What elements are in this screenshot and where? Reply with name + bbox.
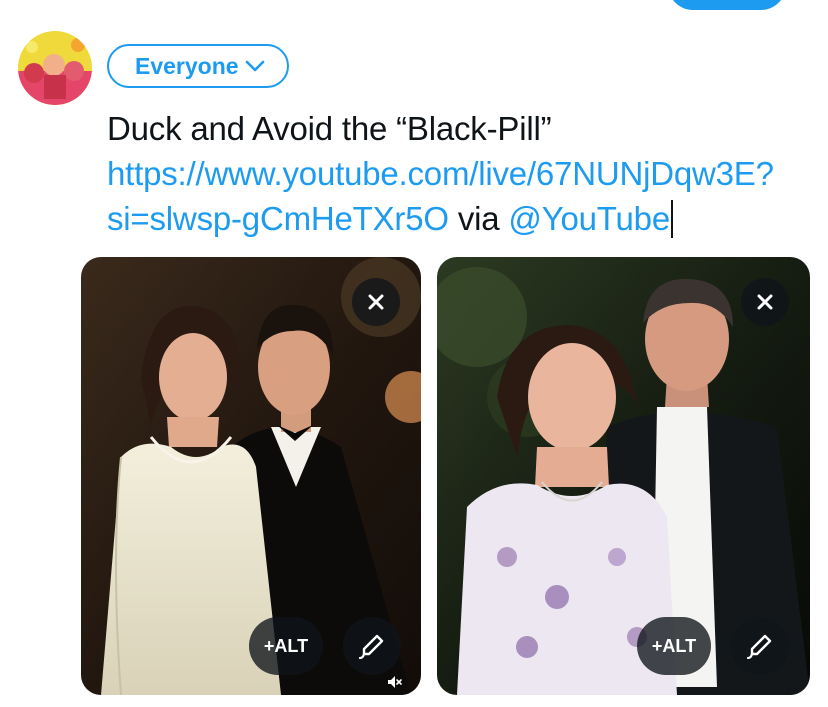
- avatar[interactable]: [18, 31, 92, 105]
- tweet-text-editor[interactable]: Duck and Avoid the “Black-Pill” https://…: [107, 106, 807, 241]
- edit-media-button[interactable]: [731, 617, 789, 675]
- edit-media-button[interactable]: [343, 617, 401, 675]
- chevron-down-icon: [245, 60, 264, 72]
- remove-media-button[interactable]: [352, 278, 400, 326]
- compose-tweet-screen: Everyone Duck and Avoid the “Black-Pill”…: [0, 0, 828, 707]
- close-icon: [368, 294, 384, 310]
- audience-selector-button[interactable]: Everyone: [107, 44, 289, 88]
- edit-pencil-icon: [746, 634, 772, 660]
- avatar-image: [18, 31, 92, 105]
- media-attachment-2[interactable]: +ALT: [437, 257, 810, 695]
- tweet-mention[interactable]: @YouTube: [508, 200, 670, 237]
- tweet-text-via: via: [448, 200, 509, 237]
- post-button[interactable]: [668, 0, 786, 10]
- remove-media-button[interactable]: [741, 278, 789, 326]
- add-alt-text-button[interactable]: +ALT: [637, 617, 711, 675]
- edit-pencil-icon: [358, 634, 384, 660]
- tweet-link[interactable]: https://www.youtube.com/live/67NUNjDqw3E…: [107, 155, 774, 237]
- media-attachment-1[interactable]: +ALT: [81, 257, 421, 695]
- audience-label: Everyone: [135, 52, 239, 79]
- close-icon: [757, 294, 773, 310]
- tweet-text: Duck and Avoid the “Black-Pill”: [107, 110, 552, 147]
- muted-audio-icon: [388, 676, 402, 688]
- add-alt-text-button[interactable]: +ALT: [249, 617, 323, 675]
- text-cursor: [670, 200, 673, 238]
